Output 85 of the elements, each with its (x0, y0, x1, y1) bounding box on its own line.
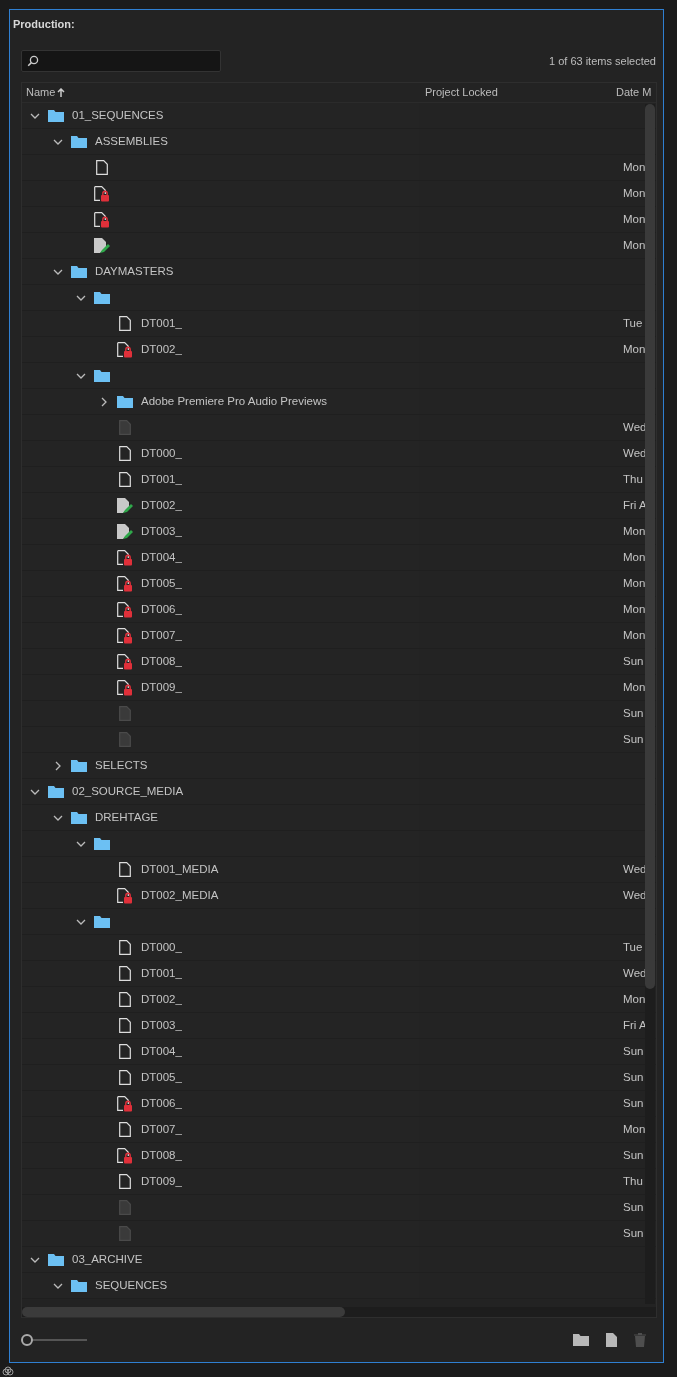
item-name[interactable]: DT006_ (141, 1094, 182, 1113)
item-name[interactable]: DT002_ (141, 496, 182, 515)
item-name[interactable]: DT002_MEDIA (141, 886, 219, 905)
date-text: Tue (623, 940, 643, 953)
folder-button[interactable] (572, 1332, 590, 1348)
date-text: Mon (623, 1122, 646, 1135)
item-name[interactable]: DT000_ (141, 444, 182, 463)
chevron-right-icon[interactable] (55, 760, 61, 771)
chevron-down-icon[interactable] (76, 294, 86, 301)
item-name[interactable]: DT000_ (141, 938, 182, 957)
item-name[interactable]: DT008_ (141, 652, 182, 671)
date-text: Sun (623, 732, 644, 745)
date-text: Mon (623, 680, 646, 693)
date-text: Mon (623, 628, 646, 641)
vertical-scrollbar[interactable] (645, 104, 655, 1304)
date-text: Thu (623, 1174, 643, 1187)
folder-name[interactable]: DAYMASTERS (95, 262, 174, 281)
item-name[interactable]: DT002_ (141, 990, 182, 1009)
item-name[interactable]: DT006_ (141, 600, 182, 619)
item-name[interactable]: DT004_ (141, 548, 182, 567)
sort-ascending-icon[interactable] (57, 87, 66, 98)
folder-name[interactable]: 03_ARCHIVE (72, 1250, 143, 1269)
folder-name[interactable]: 01_SEQUENCES (72, 106, 164, 125)
date-text: Thu (623, 472, 643, 485)
search-icon (27, 55, 39, 67)
date-text: Mon (623, 212, 646, 225)
folder-name[interactable]: ASSEMBLIES (95, 132, 168, 151)
date-text: Sun (623, 706, 644, 719)
date-text: Mon (623, 342, 646, 355)
chevron-down-icon[interactable] (53, 1282, 63, 1289)
item-name[interactable]: DT007_ (141, 1120, 182, 1139)
zoom-slider[interactable] (21, 1334, 87, 1346)
item-name[interactable]: DT003_ (141, 1016, 182, 1035)
item-name[interactable]: DT001_ (141, 470, 182, 489)
date-text: Sun (623, 654, 644, 667)
date-text: Sun (623, 1044, 644, 1057)
folder-name[interactable]: Adobe Premiere Pro Audio Previews (141, 392, 327, 411)
date-text: Mon (623, 186, 646, 199)
chevron-down-icon[interactable] (76, 918, 86, 925)
date-text: Mon (623, 550, 646, 563)
date-text: Mon (623, 238, 646, 251)
item-name[interactable]: DT009_ (141, 1172, 182, 1191)
date-text: Sun (623, 1200, 644, 1213)
date-text: Mon (623, 602, 646, 615)
item-name[interactable]: DT005_ (141, 574, 182, 593)
date-text: Mon (623, 524, 646, 537)
folder-name[interactable]: SEQUENCES (95, 1276, 168, 1295)
item-name[interactable]: DT005_ (141, 1068, 182, 1087)
cloud-icon (2, 1365, 14, 1377)
folder-name[interactable]: DREHTAGE (95, 808, 159, 827)
date-text: Sun (623, 1096, 644, 1109)
item-name[interactable]: DT003_ (141, 522, 182, 541)
item-name[interactable]: DT004_ (141, 1042, 182, 1061)
date-text: Tue (623, 316, 643, 329)
chevron-down-icon[interactable] (30, 788, 40, 795)
date-text: Mon (623, 160, 646, 173)
chevron-down-icon[interactable] (53, 814, 63, 821)
chevron-down-icon[interactable] (30, 112, 40, 119)
item-name[interactable]: DT001_ (141, 314, 182, 333)
item-name[interactable]: DT002_ (141, 340, 182, 359)
item-name[interactable]: DT007_ (141, 626, 182, 645)
date-text: Mon (623, 992, 646, 1005)
chevron-down-icon[interactable] (53, 268, 63, 275)
selection-count: 1 of 63 items selected (549, 53, 656, 69)
date-text: Sun (623, 1070, 644, 1083)
chevron-down-icon[interactable] (76, 840, 86, 847)
item-name[interactable]: DT008_ (141, 1146, 182, 1165)
chevron-down-icon[interactable] (53, 138, 63, 145)
column-header[interactable]: Date M (616, 86, 652, 99)
chevron-down-icon[interactable] (30, 1256, 40, 1263)
date-text: Sun (623, 1226, 644, 1239)
item-name[interactable]: DT001_ (141, 964, 182, 983)
item-name[interactable]: DT001_MEDIA (141, 860, 219, 879)
search-field[interactable] (21, 50, 221, 72)
chevron-down-icon[interactable] (76, 372, 86, 379)
horizontal-scrollbar[interactable] (22, 1307, 656, 1317)
column-header[interactable]: Name (26, 84, 56, 101)
chevron-right-icon[interactable] (101, 396, 107, 407)
item-name[interactable]: DT009_ (141, 678, 182, 697)
date-text: Mon (623, 576, 646, 589)
folder-name[interactable]: 02_SOURCE_MEDIA (72, 782, 184, 801)
folder-name[interactable]: SELECTS (95, 756, 148, 775)
panel-title: Production: (13, 18, 75, 30)
date-text: Sun (623, 1148, 644, 1161)
column-header[interactable]: Project Locked (425, 86, 498, 99)
